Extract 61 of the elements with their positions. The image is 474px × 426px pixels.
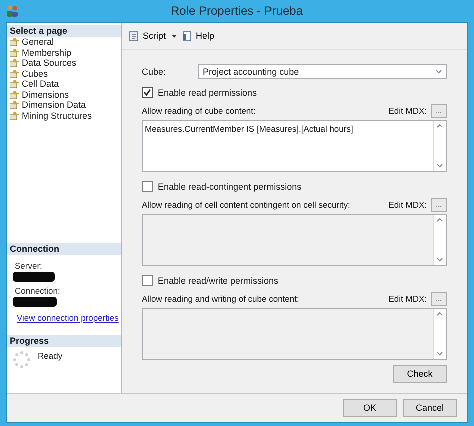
edit-mdx-label: Edit MDX: <box>388 106 427 116</box>
checkbox[interactable] <box>142 275 153 286</box>
sidebar-item[interactable]: Membership <box>7 48 121 58</box>
checkbox-label: Enable read permissions <box>158 88 258 98</box>
window-title: Role Properties - Prueba <box>170 4 304 18</box>
page-icon <box>10 59 19 68</box>
sidebar-header: Select a page <box>7 25 121 37</box>
page-icon <box>10 38 19 46</box>
users-icon <box>6 5 19 17</box>
page-icon <box>10 48 19 57</box>
scroll-down-icon[interactable] <box>437 352 443 356</box>
scroll-down-icon[interactable] <box>437 164 443 168</box>
connection-label: Connection: <box>14 286 62 296</box>
checkbox[interactable] <box>142 181 153 192</box>
checkbox-label: Enable read/write permissions <box>158 276 279 286</box>
scroll-down-icon[interactable] <box>437 258 443 262</box>
document-icon <box>183 30 194 42</box>
checkbox-label: Enable read-contingent permissions <box>158 182 302 192</box>
sidebar-item[interactable]: General <box>7 37 121 48</box>
scroll-up-icon[interactable] <box>437 312 443 316</box>
redaction-mark <box>13 297 57 307</box>
cube-label: Cube: <box>142 66 166 76</box>
progress-header: Progress <box>7 335 121 347</box>
redaction-mark <box>13 272 55 282</box>
connection-properties-link[interactable]: View connection properties <box>17 313 119 323</box>
scroll-up-icon[interactable] <box>437 218 443 222</box>
page-icon <box>10 112 19 120</box>
ok-button[interactable]: OK <box>343 399 397 417</box>
mdx-text-area[interactable]: Measures.CurrentMember IS [Measures].[Actual hours] <box>142 120 447 172</box>
scroll-up-icon[interactable] <box>437 124 443 128</box>
help-button[interactable]: Help <box>181 30 217 42</box>
sidebar-item[interactable]: Dimensions <box>7 90 121 100</box>
spinner-icon <box>13 351 31 369</box>
page-icon <box>10 90 19 99</box>
check-button[interactable]: Check <box>393 365 447 383</box>
page-icon <box>10 101 19 110</box>
cancel-button[interactable]: Cancel <box>403 399 457 417</box>
chevron-down-icon[interactable] <box>436 70 442 74</box>
sidebar-item[interactable]: Cubes <box>7 68 121 79</box>
edit-mdx-label: Edit MDX: <box>388 200 427 210</box>
scroll-icon <box>129 30 140 42</box>
caret-icon[interactable] <box>172 34 178 38</box>
connection-header: Connection <box>7 243 121 255</box>
edit-mdx-label: Edit MDX: <box>388 294 427 304</box>
server-label: Server: <box>14 261 44 271</box>
sidebar-item[interactable]: Data Sources <box>7 58 121 68</box>
sidebar-item[interactable]: Mining Structures <box>7 110 121 121</box>
area-label: Allow reading and writing of cube content: <box>142 294 300 304</box>
sidebar-item[interactable]: Cell Data <box>7 79 121 90</box>
area-label: Allow reading of cell content contingent on cell security: <box>142 200 350 210</box>
checkbox[interactable] <box>142 87 153 98</box>
sidebar-item[interactable]: Dimension Data <box>7 100 121 110</box>
area-label: Allow reading of cube content: <box>142 106 256 116</box>
page-icon <box>10 80 19 88</box>
progress-status: Ready <box>38 351 63 361</box>
checkmark-icon <box>144 89 151 96</box>
script-button[interactable]: Script <box>127 30 168 42</box>
mdx-text-area[interactable] <box>142 214 447 266</box>
cube-dropdown[interactable]: Project accounting cube <box>198 64 447 79</box>
mdx-text-area[interactable] <box>142 308 447 360</box>
page-icon <box>10 70 19 78</box>
